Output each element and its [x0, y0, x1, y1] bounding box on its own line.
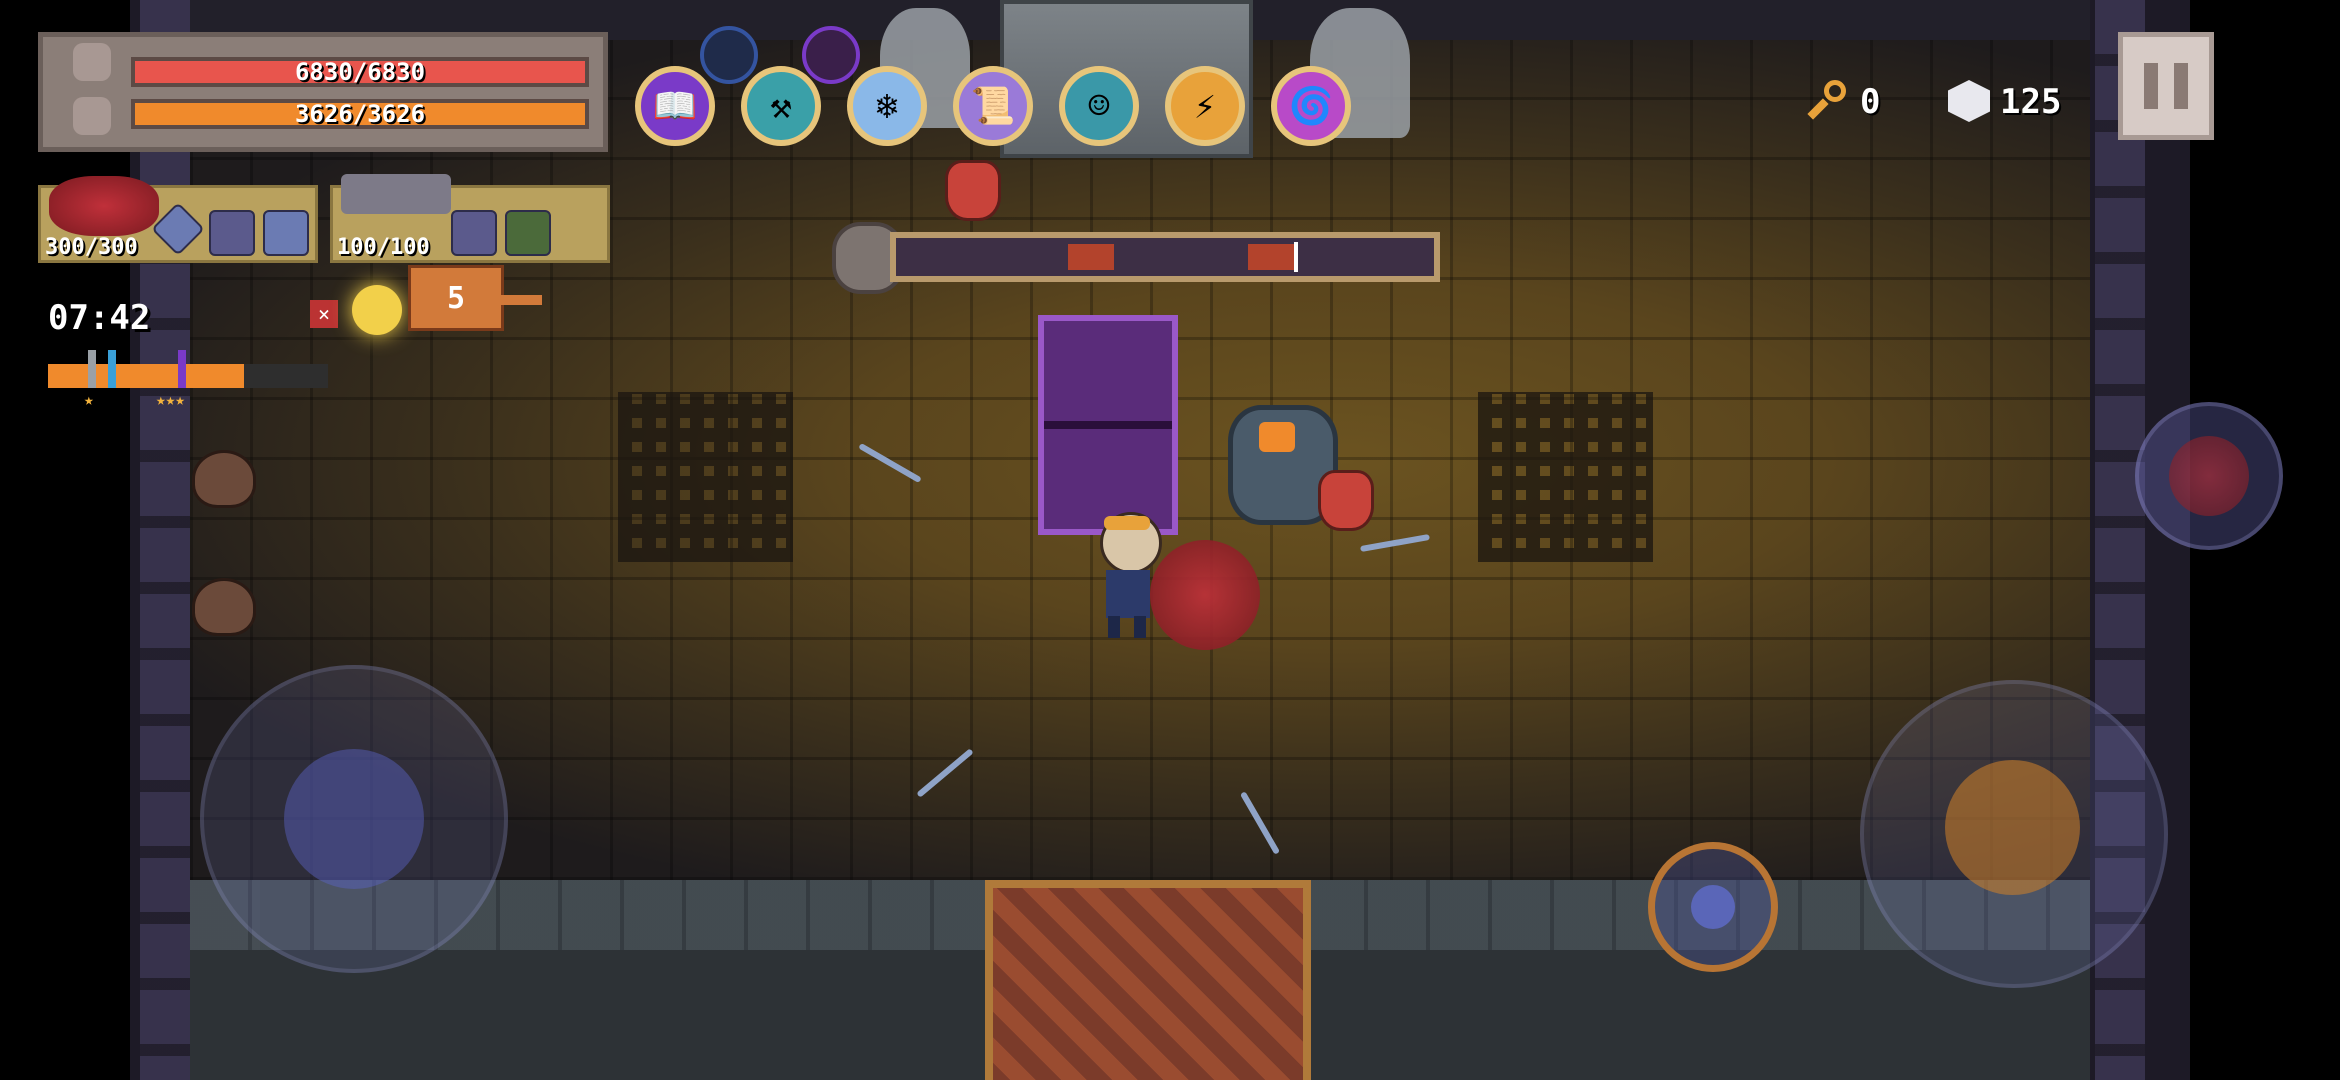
ice-dash-icon: ❄ [876, 85, 898, 127]
hammer-icon: ⚒ [770, 85, 792, 127]
pet-companion[interactable]: 5 [352, 265, 542, 360]
green-chip-icon [505, 210, 551, 256]
glow-orb-icon [352, 285, 402, 335]
player-stats-panel: 6830/6830 3626/3626 [38, 32, 608, 152]
vortex-skill[interactable]: 🌀 [1271, 66, 1351, 146]
robot-head-skill[interactable]: ☺ [1059, 66, 1139, 146]
boss-health-segment [1068, 244, 1114, 270]
armor-bar: 3626/3626 [131, 99, 589, 129]
attack-button[interactable] [1945, 760, 2080, 895]
ice-dash-skill[interactable]: ❄ [847, 66, 927, 146]
drill-icon [500, 295, 542, 305]
weapon-slot-secondary[interactable]: 100/100 [330, 174, 610, 263]
health-text: 6830/6830 [294, 58, 426, 86]
red-carpet [985, 880, 1311, 1080]
skill-rune-icon [1691, 885, 1735, 929]
spiked-shield-icon [49, 176, 159, 236]
stars-icon: ★★★ [156, 390, 185, 409]
left-pillars [140, 0, 190, 1080]
battery-icon [451, 210, 497, 256]
robot-head-icon: ☺ [1088, 85, 1110, 127]
close-icon[interactable]: × [310, 300, 338, 328]
joystick-knob[interactable] [284, 749, 424, 889]
scroll-icon: 📜 [970, 86, 1016, 127]
floor-grate-left [618, 392, 793, 562]
hammer-skill[interactable]: ⚒ [741, 66, 821, 146]
battery-icon [209, 210, 255, 256]
boss-health-segment [1248, 244, 1294, 270]
run-timer: 07:42 [48, 298, 151, 338]
floor-grate-right [1478, 392, 1653, 562]
spiked-shield-icon [2169, 436, 2249, 516]
health-bar: 6830/6830 [131, 57, 589, 87]
pet-level-badge: 5 [408, 265, 504, 331]
golden-blade-skill[interactable]: ⚡ [1165, 66, 1245, 146]
armor-text: 3626/3626 [294, 100, 426, 128]
purple-book-icon: 📖 [652, 86, 698, 127]
boss-health-marker [1294, 242, 1298, 272]
shield-icon [73, 97, 111, 135]
crystal-icon [151, 202, 205, 256]
scroll-skill[interactable]: 📜 [953, 66, 1033, 146]
blaster-gun-icon [341, 174, 451, 214]
comet-buff-icon [700, 26, 758, 84]
progress-marker [108, 350, 116, 388]
gem-count: 125 [2000, 82, 2062, 122]
level-progress-fill [48, 364, 244, 388]
boss-health-bar [890, 232, 1440, 282]
gear-crystal-icon [263, 210, 309, 256]
pause-button[interactable] [2118, 32, 2214, 140]
treasure-chest[interactable] [1038, 315, 1178, 535]
golden-blade-icon: ⚡ [1194, 85, 1216, 127]
health-potion[interactable] [945, 160, 1001, 221]
vortex-buff-icon [802, 26, 860, 84]
purple-book-skill[interactable]: 📖 [635, 66, 715, 146]
heart-icon [73, 43, 111, 81]
vortex-icon: 🌀 [1288, 86, 1334, 127]
progress-marker [88, 350, 96, 388]
weapon-swap-button[interactable] [2135, 402, 2283, 550]
movement-joystick[interactable] [200, 665, 508, 973]
clay-pot [192, 450, 256, 508]
health-potion[interactable] [1318, 470, 1374, 531]
key-icon [1807, 80, 1850, 120]
star-icon: ★ [84, 390, 94, 409]
weapon-slot-primary[interactable]: 300/300 [38, 176, 318, 263]
skill-button[interactable] [1648, 842, 1778, 972]
pause-icon [2144, 63, 2158, 109]
pause-icon [2174, 63, 2188, 109]
clay-pot [192, 578, 256, 636]
key-count: 0 [1860, 82, 1881, 122]
secondary-ammo: 100/100 [337, 235, 430, 260]
game-scene: 6830/6830 3626/3626 300/300 100/100 × 5 … [0, 0, 2340, 1080]
primary-ammo: 300/300 [45, 235, 138, 260]
progress-marker [178, 350, 186, 388]
level-progress-bar [48, 350, 328, 388]
